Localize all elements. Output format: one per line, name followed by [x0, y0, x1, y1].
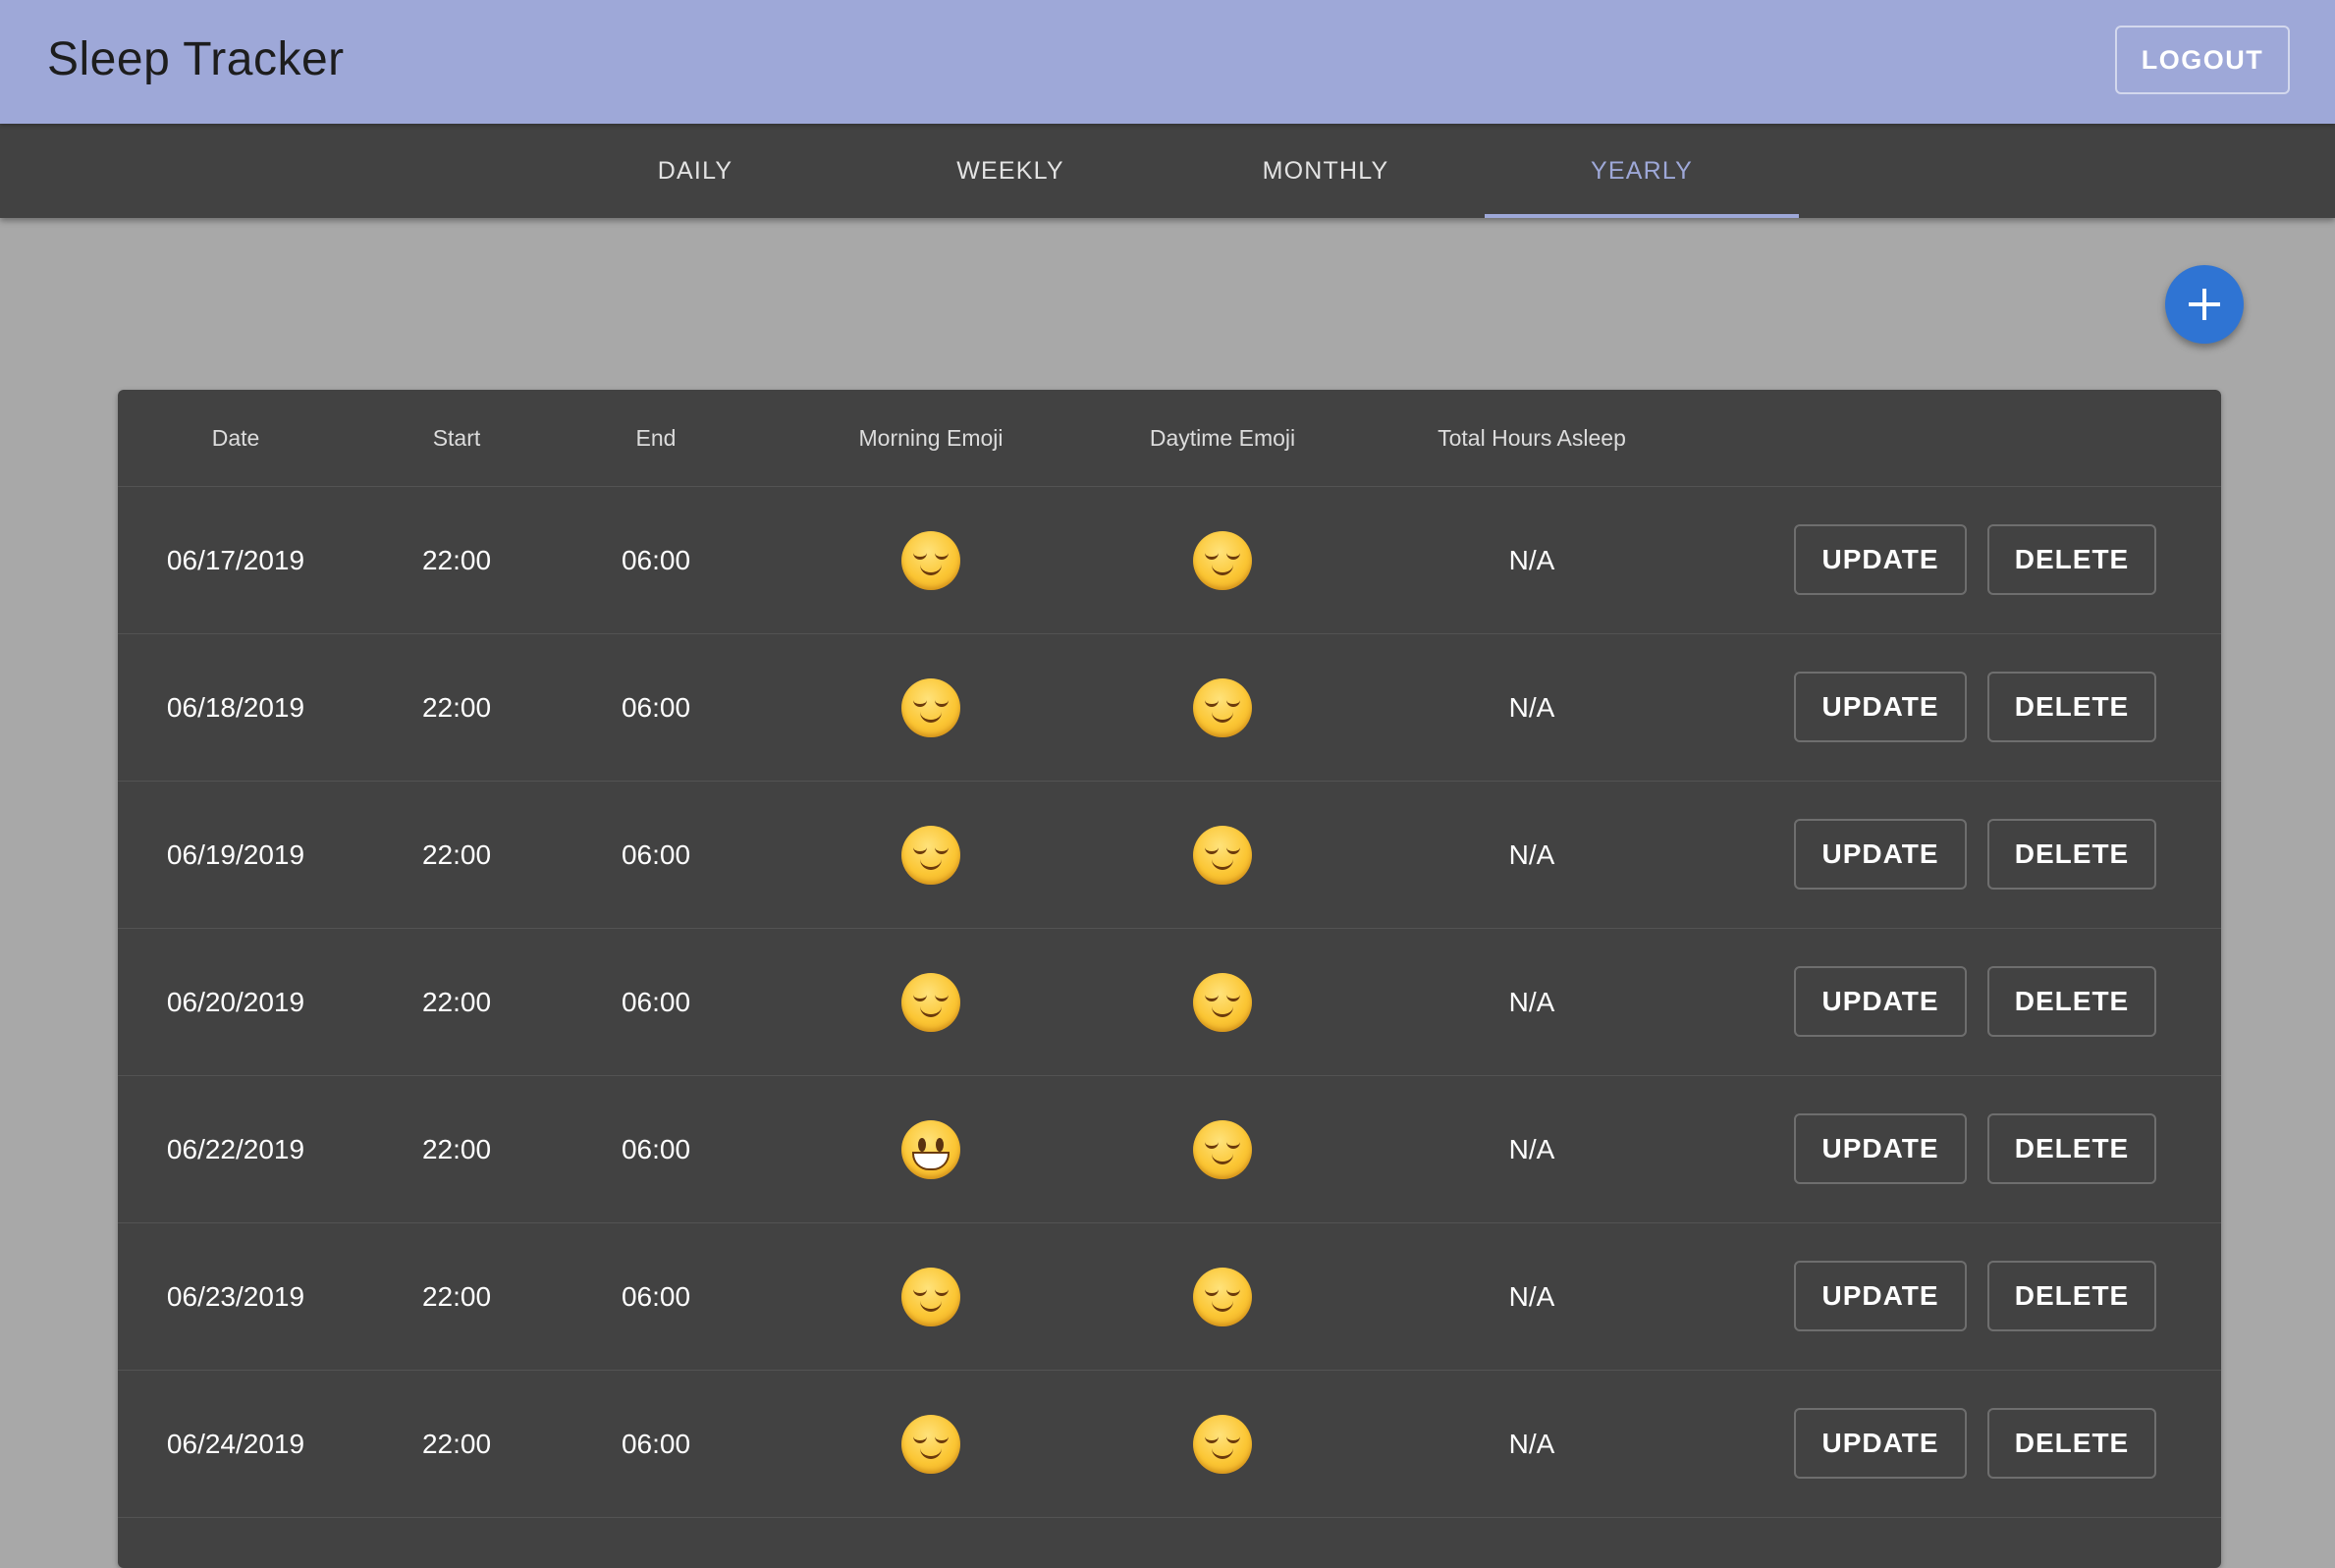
cell-total-hours: N/A: [1508, 1133, 1555, 1164]
delete-button[interactable]: DELETE: [1987, 966, 2156, 1037]
table-row: 06/23/2019 22:00 06:00 N/A UPDATE DELETE: [118, 1223, 2221, 1371]
cell-morning-emoji: [803, 1076, 1059, 1222]
active-tab-indicator: [1485, 214, 1799, 218]
add-entry-button[interactable]: [2165, 265, 2244, 344]
cell-end: 06:00: [621, 1428, 691, 1459]
update-button[interactable]: UPDATE: [1794, 524, 1967, 595]
cell-date: 06/24/2019: [166, 1428, 305, 1459]
header-end: End: [635, 424, 677, 451]
relieved-face-icon: [1193, 677, 1252, 737]
header-morning-emoji: Morning Emoji: [858, 424, 1004, 451]
cell-total-hours: N/A: [1508, 1428, 1555, 1459]
delete-button[interactable]: DELETE: [1987, 672, 2156, 742]
cell-daytime-emoji: [1095, 487, 1350, 633]
tab-yearly[interactable]: YEARLY: [1485, 124, 1799, 218]
tab-weekly[interactable]: WEEKLY: [853, 124, 1168, 218]
cell-end: 06:00: [621, 838, 691, 870]
header-total-hours: Total Hours Asleep: [1438, 424, 1626, 451]
relieved-face-icon: [1193, 530, 1252, 590]
app-title: Sleep Tracker: [47, 33, 345, 85]
cell-end: 06:00: [621, 1133, 691, 1164]
table-row: 06/24/2019 22:00 06:00 N/A UPDATE DELETE: [118, 1371, 2221, 1518]
cell-end: 06:00: [621, 691, 691, 723]
cell-morning-emoji: [803, 1223, 1059, 1370]
cell-start: 22:00: [421, 1133, 492, 1164]
delete-button[interactable]: DELETE: [1987, 1408, 2156, 1479]
logout-button[interactable]: LOGOUT: [2115, 26, 2290, 94]
cell-date: 06/20/2019: [166, 986, 305, 1017]
app-bar: Sleep Tracker LOGOUT: [0, 0, 2335, 124]
cell-daytime-emoji: [1095, 1076, 1350, 1222]
tab-bar: DAILY WEEKLY MONTHLY YEARLY: [0, 124, 2335, 218]
cell-start: 22:00: [421, 986, 492, 1017]
cell-end: 06:00: [621, 986, 691, 1017]
cell-date: 06/22/2019: [166, 1133, 305, 1164]
grinning-face-icon: [901, 1119, 960, 1179]
relieved-face-icon: [1193, 1267, 1252, 1326]
cell-morning-emoji: [803, 487, 1059, 633]
relieved-face-icon: [901, 677, 960, 737]
cell-date: 06/17/2019: [166, 544, 305, 575]
header-date: Date: [211, 424, 260, 451]
cell-end: 06:00: [621, 544, 691, 575]
sleep-entries-table: Date Start End Morning Emoji Daytime Emo…: [118, 390, 2221, 1568]
table-header-row: Date Start End Morning Emoji Daytime Emo…: [118, 390, 2221, 487]
cell-morning-emoji: [803, 634, 1059, 781]
cell-morning-emoji: [803, 929, 1059, 1075]
relieved-face-icon: [901, 1414, 960, 1474]
delete-button[interactable]: DELETE: [1987, 1261, 2156, 1331]
table-row: 06/22/2019 22:00 06:00 N/A UPDATE DELETE: [118, 1076, 2221, 1223]
cell-daytime-emoji: [1095, 634, 1350, 781]
delete-button[interactable]: DELETE: [1987, 524, 2156, 595]
cell-date: 06/18/2019: [166, 691, 305, 723]
relieved-face-icon: [901, 972, 960, 1032]
relieved-face-icon: [901, 825, 960, 885]
cell-start: 22:00: [421, 1280, 492, 1312]
cell-total-hours: N/A: [1508, 838, 1555, 870]
table-row: 06/19/2019 22:00 06:00 N/A UPDATE DELETE: [118, 782, 2221, 929]
delete-button[interactable]: DELETE: [1987, 819, 2156, 890]
update-button[interactable]: UPDATE: [1794, 1408, 1967, 1479]
relieved-face-icon: [901, 530, 960, 590]
cell-start: 22:00: [421, 1428, 492, 1459]
cell-total-hours: N/A: [1508, 1280, 1555, 1312]
cell-morning-emoji: [803, 782, 1059, 928]
cell-daytime-emoji: [1095, 929, 1350, 1075]
relieved-face-icon: [1193, 1414, 1252, 1474]
relieved-face-icon: [901, 1267, 960, 1326]
cell-start: 22:00: [421, 544, 492, 575]
table-row: 06/20/2019 22:00 06:00 N/A UPDATE DELETE: [118, 929, 2221, 1076]
cell-morning-emoji: [803, 1371, 1059, 1517]
cell-total-hours: N/A: [1508, 986, 1555, 1017]
cell-start: 22:00: [421, 838, 492, 870]
cell-daytime-emoji: [1095, 782, 1350, 928]
cell-total-hours: N/A: [1508, 691, 1555, 723]
update-button[interactable]: UPDATE: [1794, 1261, 1967, 1331]
cell-daytime-emoji: [1095, 1371, 1350, 1517]
relieved-face-icon: [1193, 825, 1252, 885]
cell-start: 22:00: [421, 691, 492, 723]
table-row: 06/17/2019 22:00 06:00 N/A UPDATE DELETE: [118, 487, 2221, 634]
cell-daytime-emoji: [1095, 1223, 1350, 1370]
update-button[interactable]: UPDATE: [1794, 966, 1967, 1037]
cell-date: 06/23/2019: [166, 1280, 305, 1312]
cell-total-hours: N/A: [1508, 544, 1555, 575]
update-button[interactable]: UPDATE: [1794, 1113, 1967, 1184]
update-button[interactable]: UPDATE: [1794, 819, 1967, 890]
tab-monthly[interactable]: MONTHLY: [1168, 124, 1483, 218]
cell-end: 06:00: [621, 1280, 691, 1312]
cell-date: 06/19/2019: [166, 838, 305, 870]
update-button[interactable]: UPDATE: [1794, 672, 1967, 742]
relieved-face-icon: [1193, 972, 1252, 1032]
table-row: 06/18/2019 22:00 06:00 N/A UPDATE DELETE: [118, 634, 2221, 782]
header-start: Start: [432, 424, 481, 451]
relieved-face-icon: [1193, 1119, 1252, 1179]
header-daytime-emoji: Daytime Emoji: [1149, 424, 1296, 451]
tab-daily[interactable]: DAILY: [538, 124, 852, 218]
delete-button[interactable]: DELETE: [1987, 1113, 2156, 1184]
